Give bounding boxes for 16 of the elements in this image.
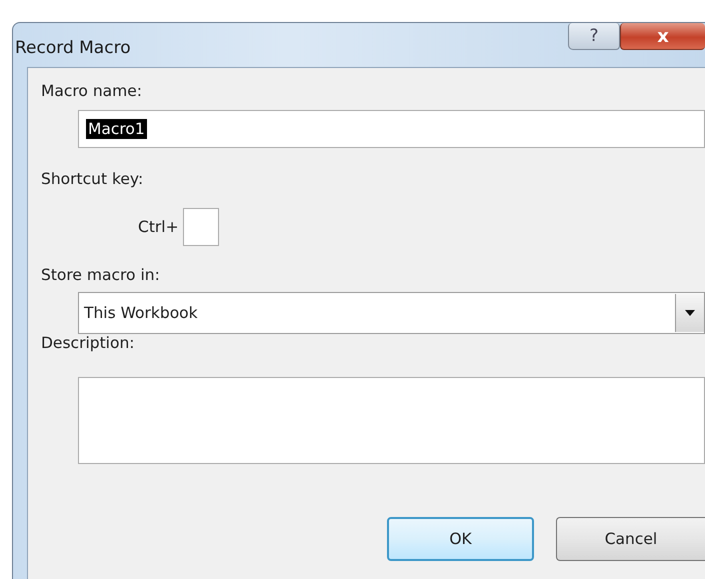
field-label: Macro name: (41, 82, 142, 102)
text-area[interactable] (78, 377, 705, 464)
close-button[interactable]: x (620, 23, 705, 50)
input-field[interactable] (182, 208, 219, 246)
dropdown[interactable]: This Workbook (78, 292, 705, 334)
cancel-button[interactable]: Cancel (556, 517, 705, 561)
caret-icon (685, 310, 695, 316)
field-label: Shortcut key: (41, 170, 144, 190)
help-button[interactable]: ? (568, 23, 620, 50)
field-value: Macro1 (86, 119, 147, 139)
field-label: Description: (41, 334, 134, 354)
ok-button[interactable]: OK (387, 517, 534, 561)
input-field[interactable]: Macro1 (78, 110, 705, 148)
field-label: Store macro in: (41, 266, 160, 286)
key-prefix: Ctrl+ (138, 218, 179, 236)
window-title: Record Macro (15, 38, 132, 58)
